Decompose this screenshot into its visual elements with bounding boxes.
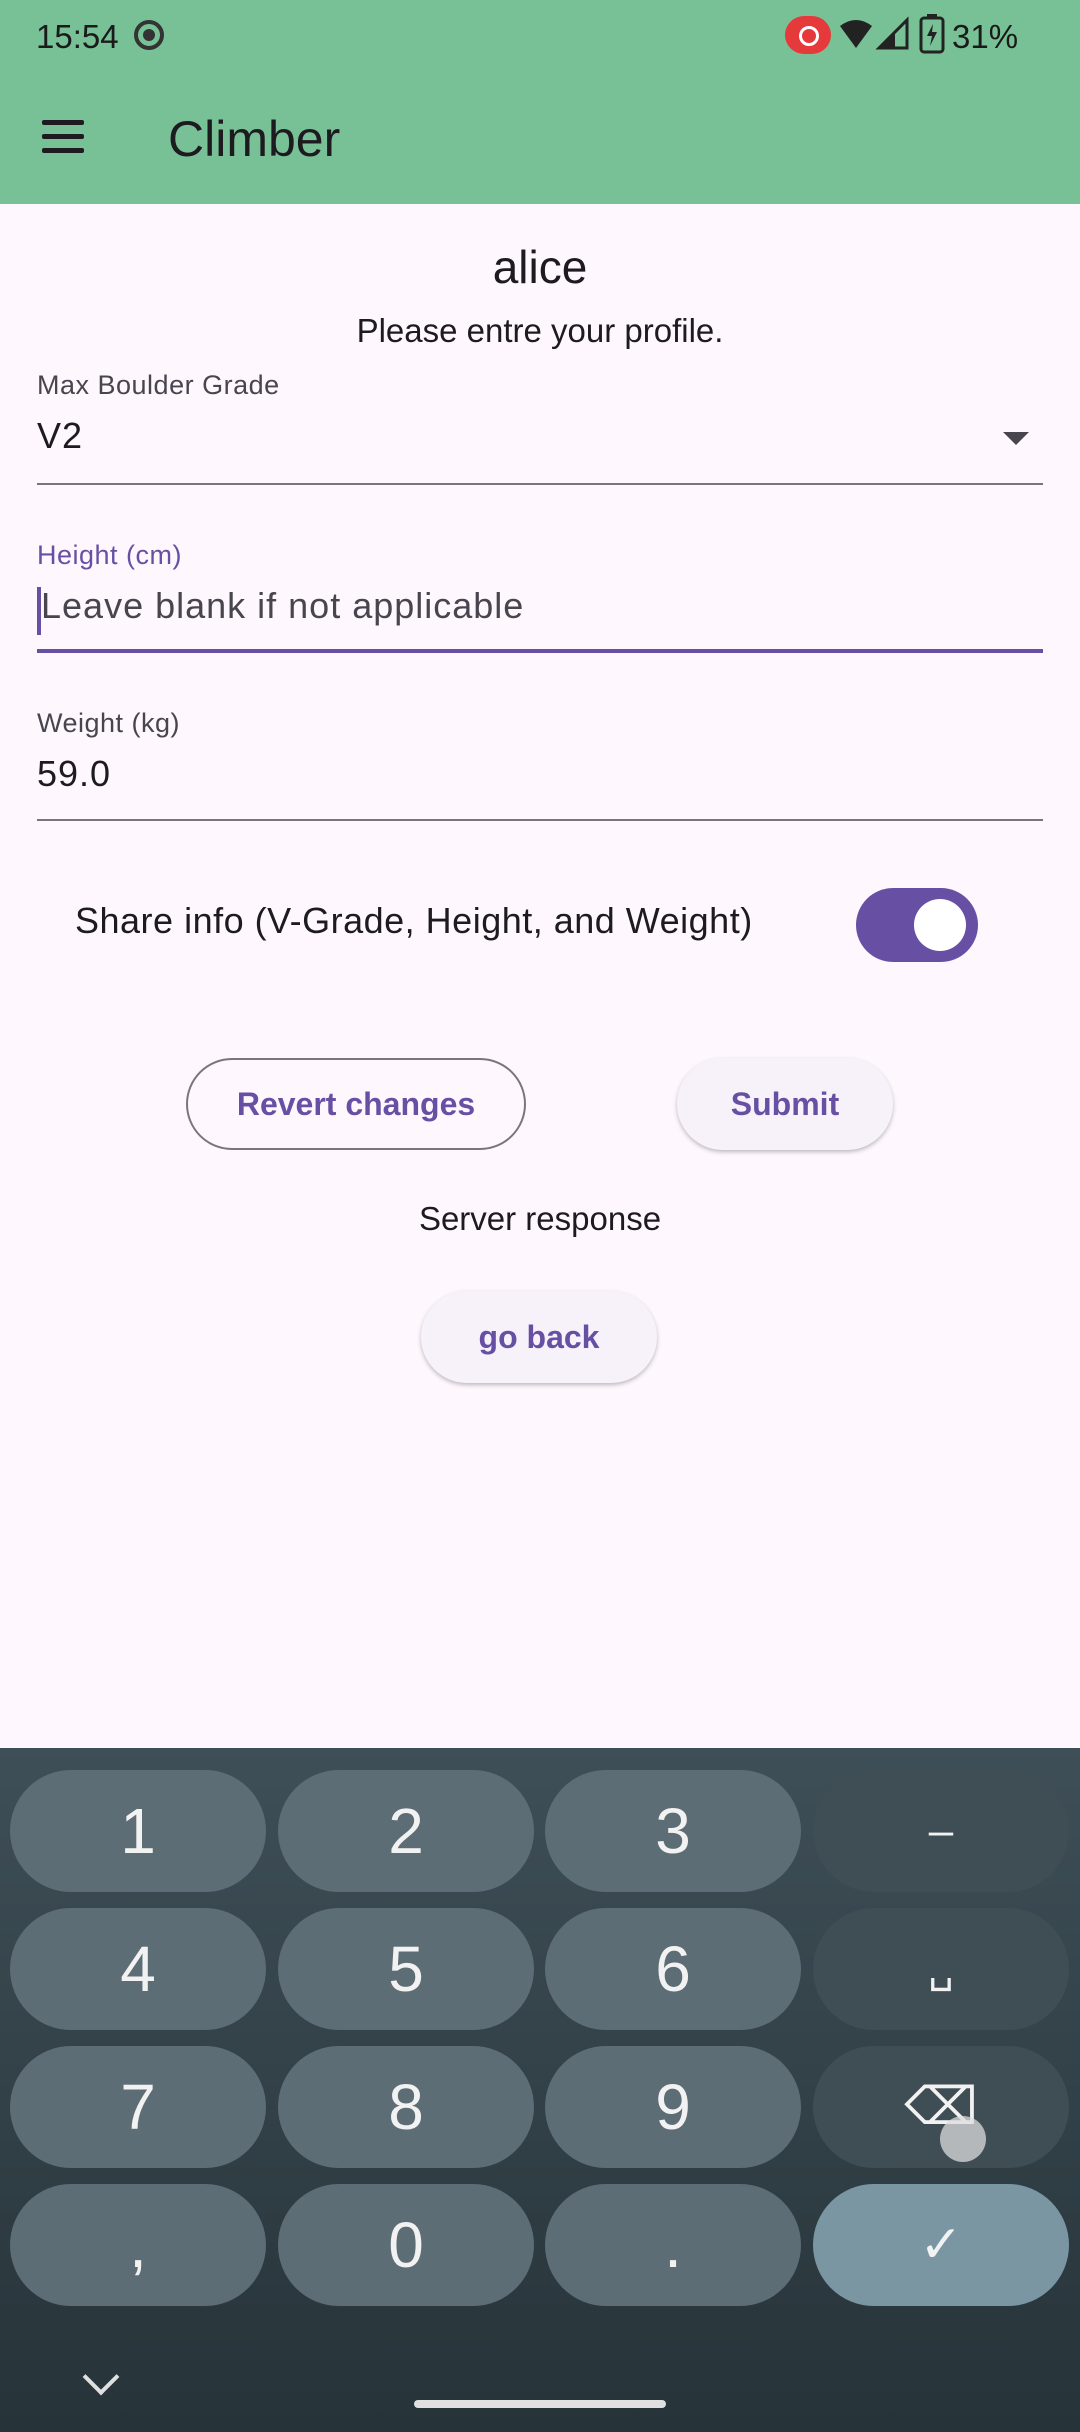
key-3[interactable]: 3 xyxy=(545,1770,801,1892)
battery-percent: 31% xyxy=(952,18,1019,55)
app-title: Climber xyxy=(168,111,341,167)
grade-underline xyxy=(37,483,1043,485)
signal-icon xyxy=(875,16,909,50)
backspace-key[interactable]: ⌫ xyxy=(813,2046,1069,2168)
weight-field[interactable]: Weight (kg) 59.0 xyxy=(37,708,1043,822)
dropdown-arrow-icon xyxy=(1003,432,1029,445)
key-period[interactable]: . xyxy=(545,2184,801,2306)
screen-record-icon xyxy=(785,16,831,54)
key-2[interactable]: 2 xyxy=(278,1770,534,1892)
go-back-button[interactable]: go back xyxy=(421,1291,657,1383)
numeric-keyboard: 1 2 3 – 4 5 6 ␣ 7 8 9 ⌫ , 0 . ✓ xyxy=(0,1748,1080,2432)
sync-icon xyxy=(134,20,164,50)
key-comma[interactable]: , xyxy=(10,2184,266,2306)
height-label: Height (cm) xyxy=(37,540,183,570)
app-bar: Climber xyxy=(0,72,1080,204)
key-0[interactable]: 0 xyxy=(278,2184,534,2306)
weight-label: Weight (kg) xyxy=(37,708,181,738)
profile-subtitle: Please entre your profile. xyxy=(356,312,724,349)
key-dash[interactable]: – xyxy=(813,1770,1069,1892)
touch-indicator xyxy=(940,2116,986,2162)
enter-key[interactable]: ✓ xyxy=(813,2184,1069,2306)
space-key[interactable]: ␣ xyxy=(813,1908,1069,2030)
grade-label: Max Boulder Grade xyxy=(37,370,280,400)
height-underline xyxy=(37,649,1043,653)
share-info-label: Share info (V-Grade, Height, and Weight) xyxy=(75,900,753,941)
key-4[interactable]: 4 xyxy=(10,1908,266,2030)
height-input[interactable]: Leave blank if not applicable xyxy=(37,585,1043,635)
home-gesture-bar[interactable] xyxy=(414,2400,666,2408)
wifi-icon xyxy=(840,20,872,48)
switch-thumb xyxy=(914,899,966,951)
battery-icon xyxy=(919,14,945,54)
server-response: Server response xyxy=(418,1200,662,1237)
key-7[interactable]: 7 xyxy=(10,2046,266,2168)
status-bar: 15:54 31% xyxy=(0,0,1080,72)
status-time: 15:54 xyxy=(36,18,119,55)
weight-value[interactable]: 59.0 xyxy=(37,753,1043,795)
key-9[interactable]: 9 xyxy=(545,2046,801,2168)
submit-button[interactable]: Submit xyxy=(677,1058,893,1150)
text-cursor xyxy=(37,587,41,635)
grade-value: V2 xyxy=(37,415,84,456)
key-8[interactable]: 8 xyxy=(278,2046,534,2168)
height-field[interactable]: Height (cm) Leave blank if not applicabl… xyxy=(37,540,1043,654)
share-info-switch[interactable] xyxy=(856,888,978,962)
weight-underline xyxy=(37,819,1043,821)
key-6[interactable]: 6 xyxy=(545,1908,801,2030)
revert-changes-button[interactable]: Revert changes xyxy=(186,1058,526,1150)
height-placeholder: Leave blank if not applicable xyxy=(41,585,525,626)
menu-icon[interactable] xyxy=(40,120,88,156)
key-5[interactable]: 5 xyxy=(278,1908,534,2030)
key-1[interactable]: 1 xyxy=(10,1770,266,1892)
grade-dropdown[interactable]: Max Boulder Grade V2 xyxy=(37,370,1043,486)
username: alice xyxy=(492,241,588,293)
